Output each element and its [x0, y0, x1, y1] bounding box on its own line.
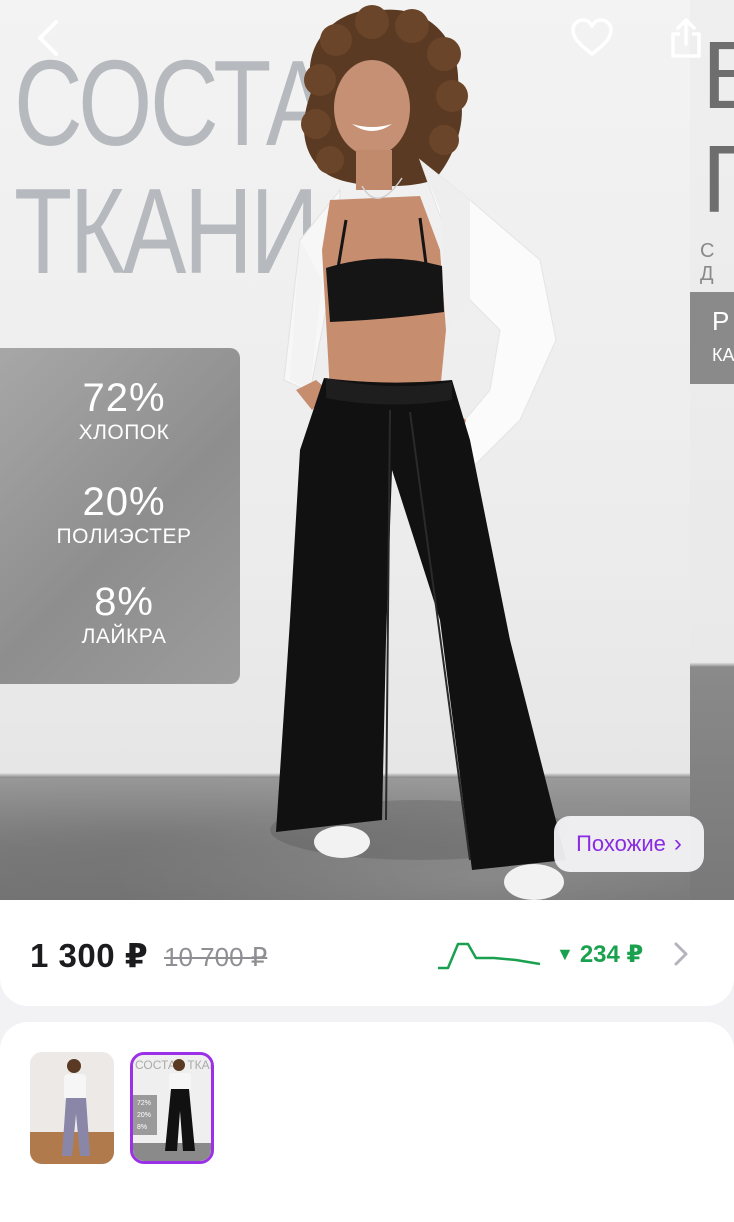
- thumbnail-line: 20%: [137, 1112, 151, 1119]
- price-drop: ▼ 234 ₽: [556, 940, 643, 969]
- photo-thumbnails: СОСТАВ ТКАНИ 72% 20% 8%: [0, 1022, 734, 1222]
- old-price: 10 700 ₽: [164, 942, 268, 972]
- share-icon: [671, 18, 701, 58]
- price-drop-arrow-icon: ▼: [556, 944, 574, 964]
- next-slide-box-letter: Р: [712, 306, 730, 336]
- price-drop-amount: 234 ₽: [579, 941, 644, 968]
- next-slide-letter: П: [702, 132, 734, 228]
- next-slide-box: Р КА: [690, 292, 734, 384]
- next-slide-text: С Д: [700, 240, 718, 285]
- thumbnail-photo-2[interactable]: СОСТАВ ТКАНИ 72% 20% 8%: [130, 1052, 214, 1164]
- thumbnail-line: 8%: [137, 1124, 147, 1131]
- heart-icon: [571, 18, 613, 56]
- similar-products-label: Похожие: [576, 831, 666, 856]
- chevron-left-icon: [38, 20, 58, 56]
- thumbnail-photo-1[interactable]: [30, 1052, 114, 1164]
- share-button[interactable]: [662, 14, 710, 62]
- favorite-button[interactable]: [568, 14, 616, 62]
- thumbnail-line: 72%: [137, 1100, 151, 1107]
- chevron-right-icon[interactable]: [670, 936, 694, 972]
- next-slide-box-letter: КА: [712, 345, 734, 365]
- model-illustration: [270, 5, 570, 900]
- price-card[interactable]: 1 300 ₽ 10 700 ₽ ▼ 234 ₽: [0, 900, 734, 1006]
- next-photo-peek[interactable]: В П С Д Р КА: [690, 0, 734, 920]
- price-history-sparkline-icon: [438, 942, 541, 970]
- thumbnail-image: СОСТАВ ТКАНИ 72% 20% 8%: [133, 1055, 211, 1161]
- product-photo[interactable]: СОСТАВ ТКАНИ 72% ХЛОПОК 20% ПОЛИЭСТЕР 8%…: [0, 0, 734, 920]
- current-price: 1 300 ₽: [30, 937, 149, 974]
- thumbnail-image: [30, 1052, 114, 1164]
- similar-products-button[interactable]: Похожие ›: [554, 816, 704, 872]
- chevron-right-icon: ›: [673, 830, 682, 857]
- back-button[interactable]: [24, 14, 72, 62]
